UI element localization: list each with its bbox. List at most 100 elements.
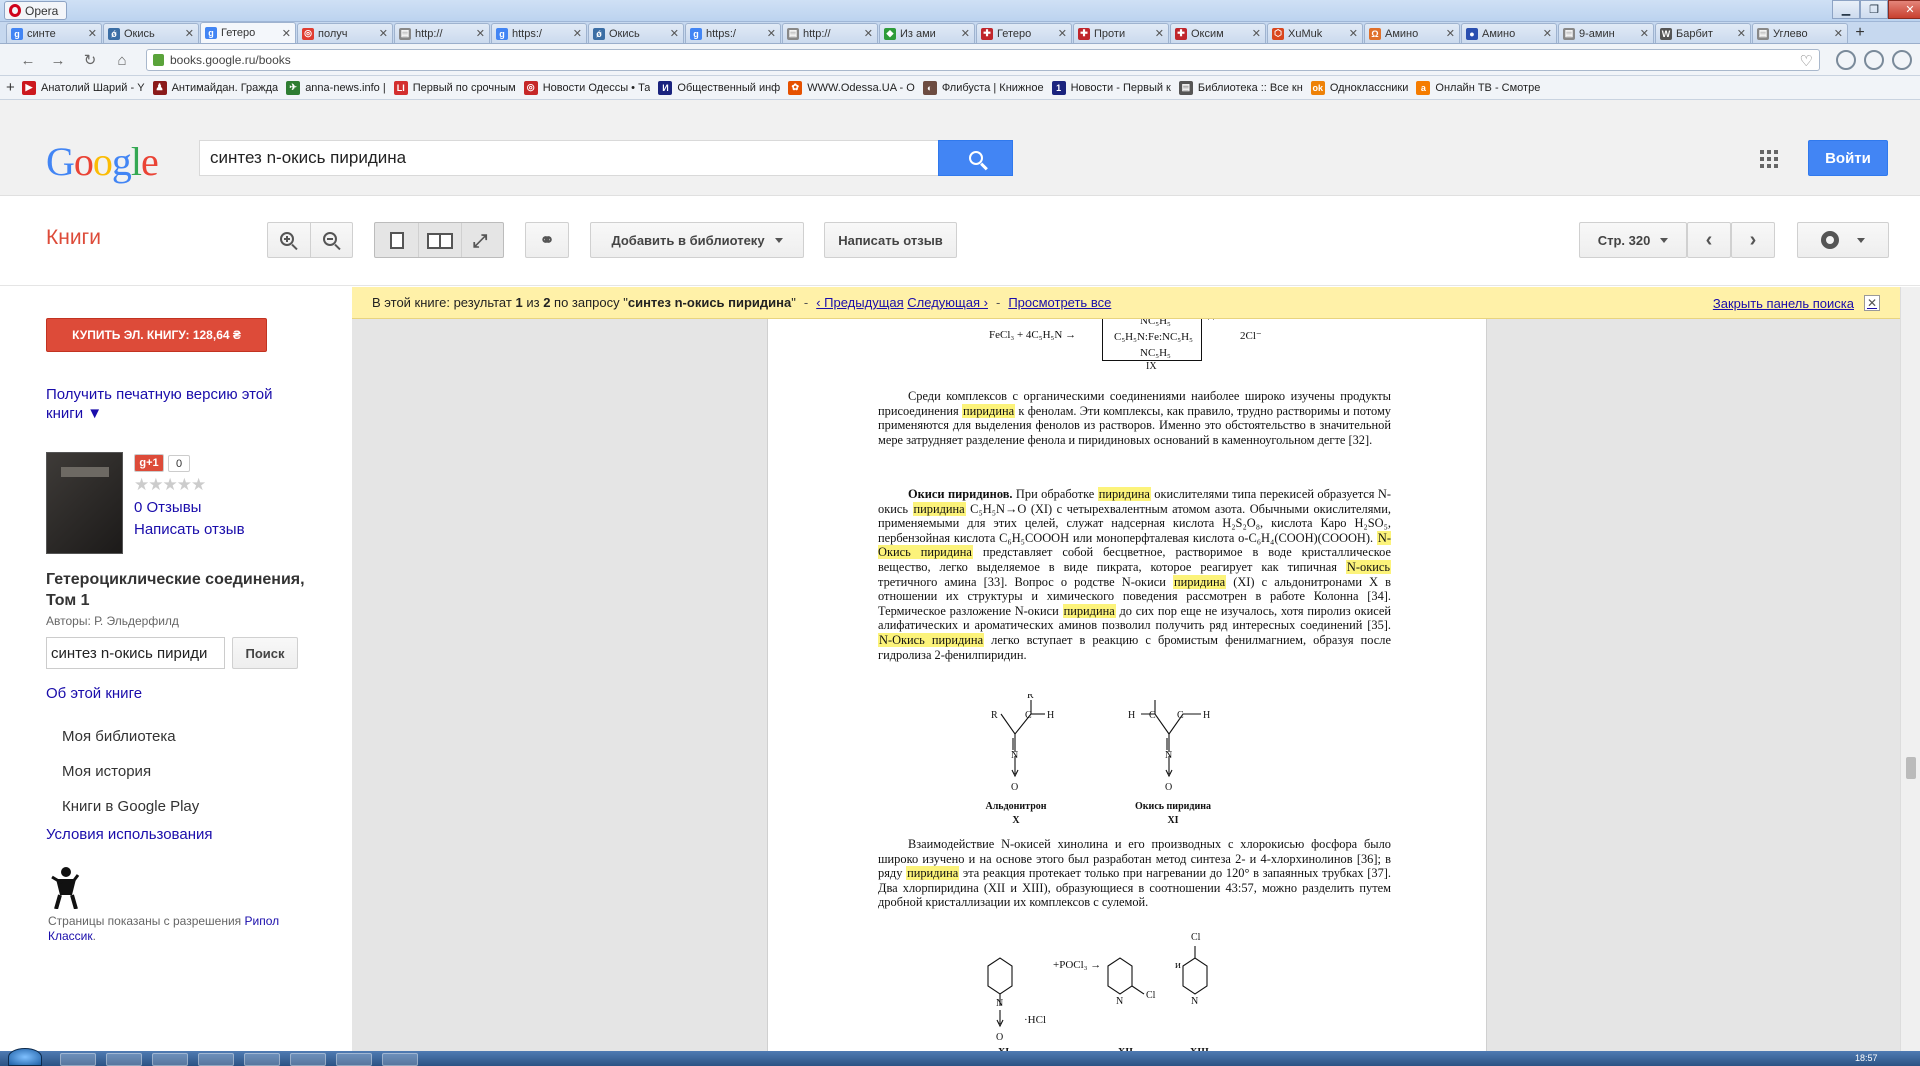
tab-close-icon[interactable]: ✕ <box>573 27 582 40</box>
browser-tab[interactable]: g https:/ ✕ <box>491 23 587 43</box>
taskbar-app-icon[interactable] <box>244 1053 280 1066</box>
apps-grid-icon[interactable] <box>1760 150 1778 168</box>
bookmark-item[interactable]: И Общественный инф <box>658 80 780 95</box>
browser-tab[interactable]: W Барбит ✕ <box>1655 23 1751 43</box>
settings-button[interactable] <box>1797 222 1889 258</box>
zoom-in-icon[interactable] <box>280 232 294 246</box>
browser-tab[interactable]: ● Амино ✕ <box>1461 23 1557 43</box>
tab-close-icon[interactable]: ✕ <box>670 27 679 40</box>
bookmark-item[interactable]: ▶ Анатолий Шарий - Y <box>22 80 145 95</box>
browser-tab[interactable]: ✚ Гетеро ✕ <box>976 23 1072 43</box>
browser-tab[interactable]: ǿ Окись ✕ <box>588 23 684 43</box>
close-icon[interactable]: ✕ <box>1864 295 1880 311</box>
tab-close-icon[interactable]: ✕ <box>1834 27 1843 40</box>
bookmark-item[interactable]: a Онлайн ТВ - Смотре <box>1416 80 1540 95</box>
reviews-link[interactable]: 0 Отзывы <box>134 499 201 516</box>
bookmark-item[interactable]: ✈ anna-news.info | <box>286 80 386 95</box>
browser-tab[interactable]: Ω Амино ✕ <box>1364 23 1460 43</box>
tab-close-icon[interactable]: ✕ <box>767 27 776 40</box>
my-history-link[interactable]: Моя история <box>62 763 151 780</box>
fullscreen-icon[interactable]: ⤢ <box>473 232 487 250</box>
tab-close-icon[interactable]: ✕ <box>1252 27 1261 40</box>
bookmark-heart-icon[interactable]: ♡ <box>1800 52 1813 70</box>
browser-tab[interactable]: g https:/ ✕ <box>685 23 781 43</box>
forward-arrow-icon[interactable]: → <box>48 51 68 69</box>
tab-close-icon[interactable]: ✕ <box>1058 27 1067 40</box>
browser-tab[interactable]: ✚ Оксим ✕ <box>1170 23 1266 43</box>
view-all-results-link[interactable]: Просмотреть все <box>1008 295 1111 310</box>
zoom-out-icon[interactable] <box>323 232 337 246</box>
taskbar-firefox-icon[interactable] <box>198 1053 234 1066</box>
tab-close-icon[interactable]: ✕ <box>1446 27 1455 40</box>
taskbar-monitor-icon[interactable] <box>336 1053 372 1066</box>
add-bookmark-icon[interactable]: + <box>6 79 15 96</box>
tab-close-icon[interactable]: ✕ <box>282 27 291 40</box>
tab-close-icon[interactable]: ✕ <box>1737 27 1746 40</box>
prev-page-button[interactable]: ‹ <box>1687 222 1731 258</box>
browser-tab[interactable]: g синте ✕ <box>6 23 102 43</box>
speed-dial-icon[interactable] <box>1836 50 1856 70</box>
tab-close-icon[interactable]: ✕ <box>185 27 194 40</box>
buy-ebook-button[interactable]: КУПИТЬ ЭЛ. КНИГУ: 128,64 ₴ <box>46 318 267 352</box>
google-search-button[interactable] <box>938 140 1013 176</box>
bookmark-item[interactable]: ◐ Флибуста | Книжное <box>922 80 1044 95</box>
bookmark-item[interactable]: ♟ Антимайдан. Гражда <box>152 80 278 95</box>
bookmark-item[interactable]: ▤ Библиотека :: Все кн <box>1178 80 1303 95</box>
browser-tab[interactable]: ◆ Из ами ✕ <box>879 23 975 43</box>
browser-tab[interactable]: g Гетеро ✕ <box>200 22 296 43</box>
bookmark-item[interactable]: LI Первый по срочным <box>393 80 516 95</box>
browser-tab[interactable]: ▤ 9-амин ✕ <box>1558 23 1654 43</box>
about-book-link[interactable]: Об этой книге <box>46 685 142 702</box>
minimize-icon[interactable]: ▁ <box>1832 0 1860 19</box>
sign-in-button[interactable]: Войти <box>1808 140 1888 176</box>
viewer-scrollbar[interactable] <box>1900 287 1920 1055</box>
extensions-icon[interactable] <box>1864 50 1884 70</box>
maximize-icon[interactable]: ❐ <box>1860 0 1888 19</box>
two-page-icon[interactable] <box>427 233 453 249</box>
book-cover-image[interactable] <box>46 452 123 554</box>
taskbar-chrome-icon[interactable] <box>106 1053 142 1066</box>
write-review-link[interactable]: Написать отзыв <box>134 521 245 538</box>
browser-tab[interactable]: ǿ Окись ✕ <box>103 23 199 43</box>
in-book-search-button[interactable]: Поиск <box>232 637 298 669</box>
bookmark-item[interactable]: 1 Новости - Первый к <box>1051 80 1171 95</box>
opera-menu-button[interactable]: Opera <box>4 1 68 20</box>
add-to-library-button[interactable]: Добавить в библиотеку <box>590 222 804 258</box>
browser-tab[interactable]: ▤ http:// ✕ <box>782 23 878 43</box>
bookmark-item[interactable]: ✿ WWW.Odessa.UA - О <box>788 80 915 95</box>
scrollbar-thumb[interactable] <box>1906 757 1916 779</box>
link-button[interactable]: ⚭ <box>525 222 569 258</box>
url-field[interactable]: books.google.ru/books ♡ <box>146 49 1820 71</box>
books-section-title[interactable]: Книги <box>46 226 101 250</box>
taskbar-pdf-icon[interactable] <box>382 1053 418 1066</box>
prev-result-link[interactable]: ‹ Предыдущая <box>816 295 903 310</box>
close-search-panel-link[interactable]: Закрыть панель поиска <box>1713 296 1854 311</box>
close-window-icon[interactable]: ✕ <box>1888 0 1920 19</box>
browser-tab[interactable]: ▤ http:// ✕ <box>394 23 490 43</box>
tab-close-icon[interactable]: ✕ <box>1640 27 1649 40</box>
google-logo[interactable]: Google <box>46 138 159 185</box>
next-page-button[interactable]: › <box>1731 222 1775 258</box>
browser-tab[interactable]: ◎ получ ✕ <box>297 23 393 43</box>
browser-tab[interactable]: ▤ Углево ✕ <box>1752 23 1848 43</box>
write-review-button[interactable]: Написать отзыв <box>824 222 957 258</box>
taskbar-media-icon[interactable] <box>152 1053 188 1066</box>
back-arrow-icon[interactable]: ← <box>18 51 38 69</box>
browser-tab[interactable]: ⬡ XuMuk ✕ <box>1267 23 1363 43</box>
tab-close-icon[interactable]: ✕ <box>961 27 970 40</box>
in-book-search-input[interactable] <box>46 637 225 669</box>
tab-close-icon[interactable]: ✕ <box>379 27 388 40</box>
single-page-icon[interactable] <box>390 232 404 249</box>
tab-close-icon[interactable]: ✕ <box>1155 27 1164 40</box>
start-button-icon[interactable] <box>8 1048 42 1066</box>
google-search-input[interactable]: синтез n-окись пиридина <box>199 140 939 176</box>
bookmark-item[interactable]: ok Одноклассники <box>1310 80 1408 95</box>
browser-tab[interactable]: ✚ Проти ✕ <box>1073 23 1169 43</box>
taskbar-opera-icon[interactable] <box>60 1053 96 1066</box>
tab-close-icon[interactable]: ✕ <box>88 27 97 40</box>
tab-close-icon[interactable]: ✕ <box>1349 27 1358 40</box>
print-version-link[interactable]: Получить печатную версию этой книги ▼ <box>46 385 308 423</box>
tab-close-icon[interactable]: ✕ <box>476 27 485 40</box>
google-play-books-link[interactable]: Книги в Google Play <box>62 798 199 815</box>
home-icon[interactable]: ⌂ <box>112 51 132 69</box>
